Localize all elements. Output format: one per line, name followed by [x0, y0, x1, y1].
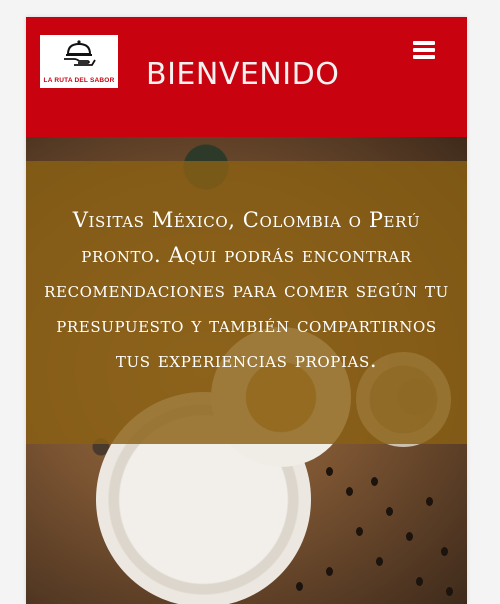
header-bar: LA RUTA DEL SABOR BIENVENIDO	[26, 17, 467, 137]
logo-text: LA RUTA DEL SABOR	[43, 77, 115, 84]
hamburger-menu-icon[interactable]	[413, 41, 435, 59]
page-card: LA RUTA DEL SABOR BIENVENIDO Visitas Méx…	[26, 17, 467, 604]
serving-cloche-hand-icon	[64, 40, 96, 66]
page-title: BIENVENIDO	[146, 57, 340, 92]
welcome-message: Visitas México, Colombia o Perú pronto. …	[44, 208, 449, 372]
site-logo[interactable]: LA RUTA DEL SABOR	[40, 35, 118, 88]
